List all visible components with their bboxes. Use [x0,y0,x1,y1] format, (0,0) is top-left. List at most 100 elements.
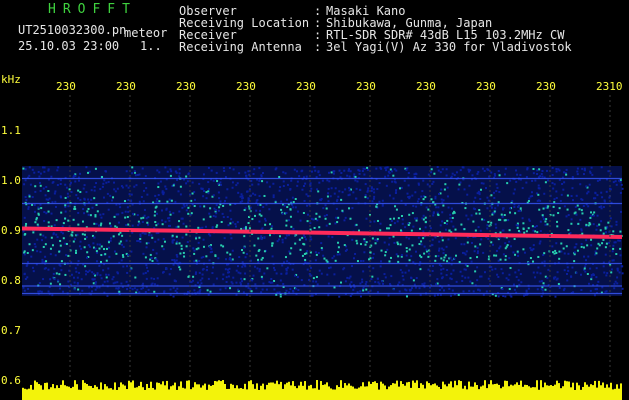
noise-speck [23,216,26,219]
level-bar-column [588,386,590,400]
level-bar-column [244,383,246,400]
noise-speck [559,199,562,202]
noise-speck [494,174,497,177]
noise-speck [268,281,271,284]
noise-speck [95,203,98,206]
level-bar-column [314,388,316,400]
noise-speck [285,234,288,237]
noise-speck [405,264,408,267]
noise-speck [202,195,205,198]
noise-speck [424,226,427,229]
noise-speck [525,230,528,233]
noise-speck [468,289,471,292]
noise-speck [439,294,442,297]
noise-speck [332,172,335,175]
noise-speck [51,181,54,184]
level-bar-column [228,388,230,400]
noise-speck [310,170,313,173]
noise-speck [314,217,317,220]
noise-speck [284,237,287,240]
noise-speck [187,173,190,176]
noise-speck [297,289,300,292]
noise-speck [349,294,352,297]
level-bar-column [534,387,536,400]
noise-speck [455,280,458,283]
noise-speck [337,241,340,244]
level-bar-column [560,388,562,400]
noise-speck [169,267,172,270]
noise-speck [179,268,182,271]
noise-speck [333,273,336,276]
noise-speck [545,169,548,172]
noise-speck [131,212,134,215]
noise-speck [327,235,330,238]
noise-speck [217,182,220,185]
noise-speck [587,205,590,208]
noise-speck [118,242,121,245]
noise-speck [223,169,226,172]
noise-speck [64,273,67,276]
level-bar-column [508,386,510,400]
noise-speck [198,260,201,263]
x-tick-label: 230 [176,80,196,93]
noise-speck [598,244,601,247]
noise-speck [508,211,511,214]
noise-speck [343,169,346,172]
noise-speck [315,176,318,179]
noise-speck [499,245,502,248]
noise-speck [185,209,188,212]
level-bar-column [518,384,520,400]
noise-speck [494,267,497,270]
noise-speck [504,258,507,261]
noise-speck [252,274,255,277]
level-bar-column [262,383,264,400]
noise-speck [576,167,579,170]
level-bar-column [270,382,272,400]
level-bar-column [368,381,370,400]
noise-speck [142,282,145,285]
signal-level-bar [22,380,622,400]
noise-speck [595,267,598,270]
noise-speck [555,167,558,170]
noise-speck [332,170,335,173]
noise-speck [445,274,448,277]
noise-speck [59,244,62,247]
noise-speck [266,267,269,270]
noise-speck [539,220,542,223]
noise-speck [228,167,231,170]
noise-speck [49,253,52,256]
noise-speck [526,167,529,170]
noise-speck [292,227,295,230]
noise-speck [236,265,239,268]
noise-speck [30,255,33,258]
noise-speck [407,223,410,226]
noise-speck [566,194,569,197]
level-bar-column [462,388,464,400]
noise-speck [405,247,408,250]
noise-speck [76,282,79,285]
spectrogram-plot [21,95,624,400]
noise-speck [486,224,489,227]
noise-speck [600,205,603,208]
noise-speck [527,287,530,290]
noise-speck [95,222,98,225]
x-tick-label: 230 [416,80,436,93]
noise-speck [437,249,440,252]
level-bar-column [82,380,84,400]
noise-speck [387,170,390,173]
noise-speck [274,168,277,171]
noise-speck [523,231,526,234]
noise-speck [83,204,86,207]
noise-speck [444,254,447,257]
noise-speck [571,187,574,190]
noise-speck [390,275,393,278]
level-bar-column [526,384,528,400]
noise-speck [565,245,568,248]
level-bar-column [432,384,434,400]
noise-speck [286,206,289,209]
noise-speck [408,213,411,216]
noise-speck [333,286,336,289]
noise-speck [271,255,274,258]
noise-speck [131,166,134,169]
noise-speck [59,179,62,182]
